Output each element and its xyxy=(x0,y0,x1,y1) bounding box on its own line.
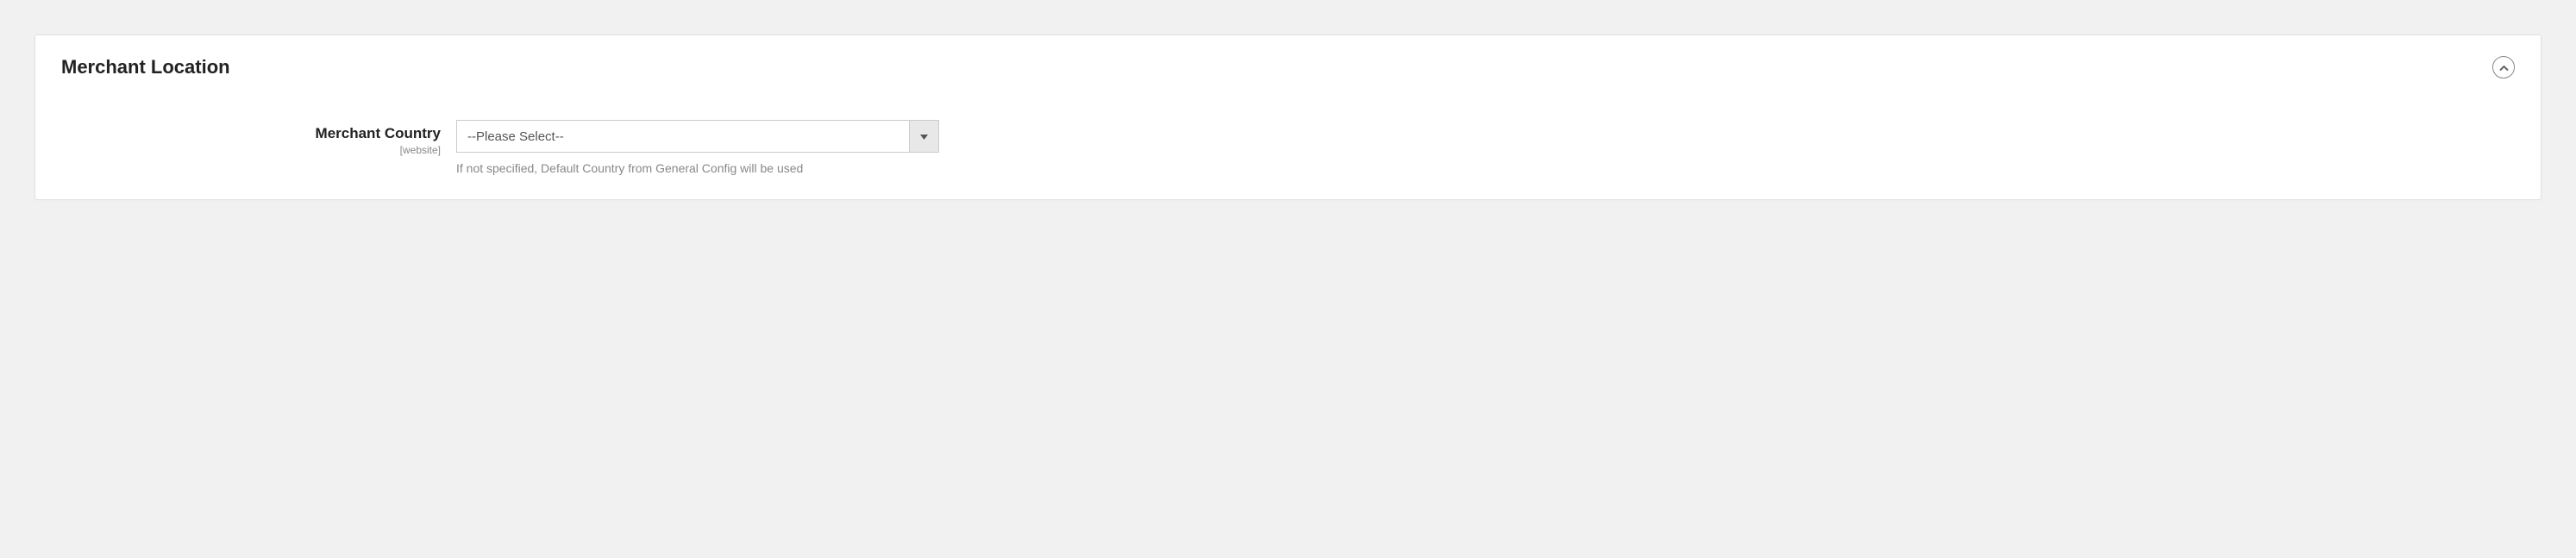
merchant-country-label: Merchant Country xyxy=(316,125,441,141)
merchant-country-scope: [website] xyxy=(61,144,441,156)
collapse-toggle-button[interactable] xyxy=(2492,56,2515,78)
select-arrow-button[interactable] xyxy=(909,121,938,152)
panel-header: Merchant Location xyxy=(61,56,2515,78)
field-column: --Please Select-- If not specified, Defa… xyxy=(456,120,939,175)
merchant-country-help: If not specified, Default Country from G… xyxy=(456,161,939,175)
caret-down-icon xyxy=(920,129,928,144)
merchant-location-panel: Merchant Location Merchant Country [webs… xyxy=(34,34,2542,200)
merchant-country-row: Merchant Country [website] --Please Sele… xyxy=(61,120,2515,175)
merchant-country-select[interactable]: --Please Select-- xyxy=(456,120,939,153)
chevron-up-icon xyxy=(2499,61,2509,74)
select-display[interactable]: --Please Select-- xyxy=(457,121,909,152)
panel-title: Merchant Location xyxy=(61,56,230,78)
label-column: Merchant Country [website] xyxy=(61,120,441,156)
